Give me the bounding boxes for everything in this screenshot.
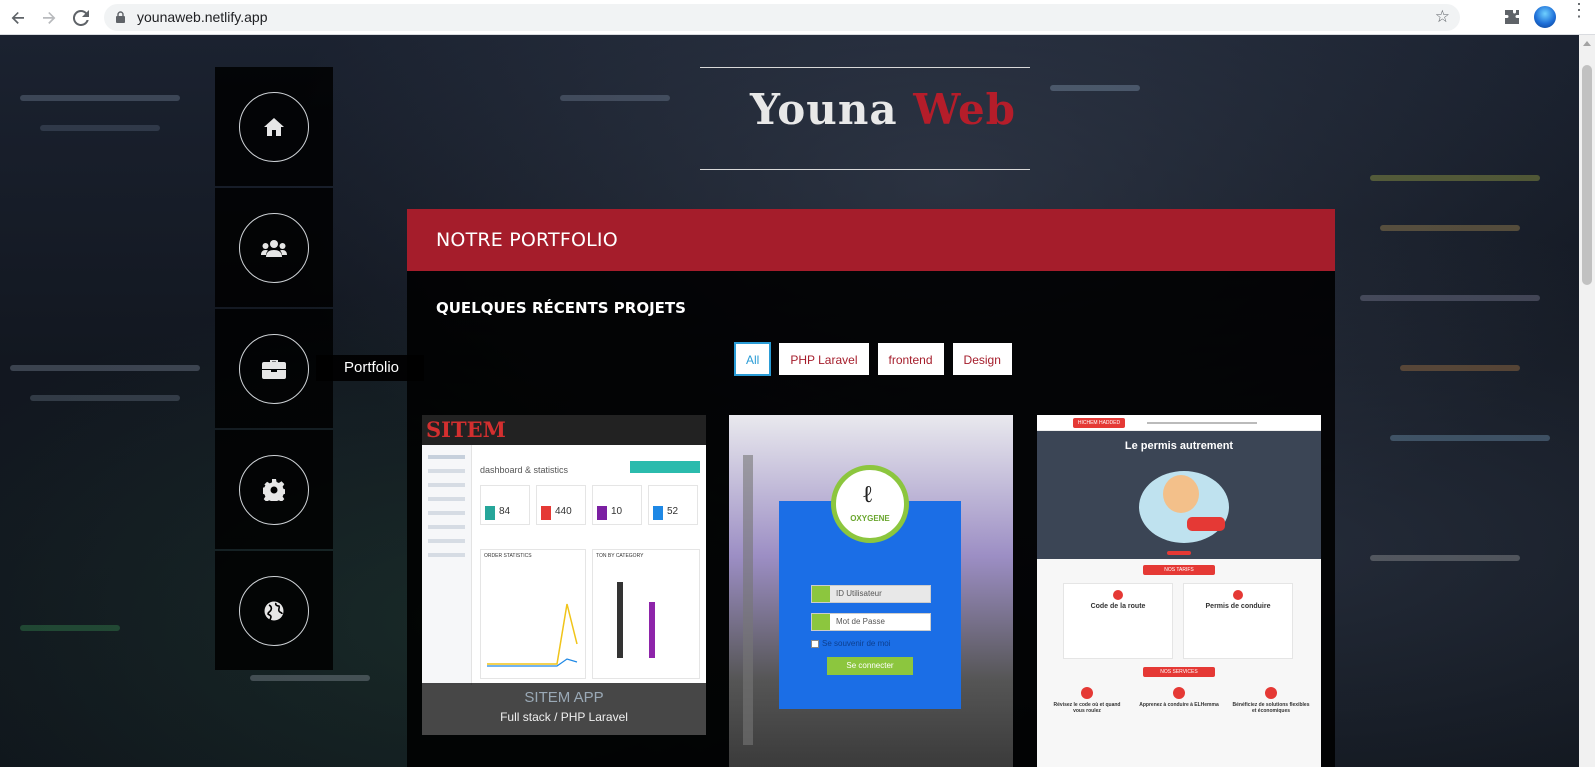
filter-design[interactable]: Design bbox=[952, 343, 1012, 375]
globe-icon bbox=[264, 601, 284, 620]
project-card-oxygene[interactable]: OXYGENE ℓ ID Utilisateur Mot de Passe Se… bbox=[729, 415, 1013, 767]
page-background: Portfolio Youna Web NOTRE PORTFOLIO QUEL… bbox=[0, 35, 1579, 767]
scroll-up-arrow-icon[interactable] bbox=[1583, 41, 1591, 46]
bg-code-line bbox=[250, 675, 370, 681]
bg-code-line bbox=[20, 95, 180, 101]
filter-php-laravel[interactable]: PHP Laravel bbox=[779, 343, 869, 375]
services-row: Révisez le code où et quand vous roulez … bbox=[1047, 687, 1311, 714]
users-icon bbox=[261, 239, 287, 257]
address-bar[interactable]: younaweb.netlify.app ☆ bbox=[104, 4, 1460, 31]
scroll-thumb[interactable] bbox=[1582, 65, 1592, 285]
sitem-stats-row: 84 440 10 52 bbox=[480, 485, 698, 525]
logo-word-2: Web bbox=[913, 85, 1017, 134]
lock-icon bbox=[116, 11, 125, 23]
sitem-brand: SITEM bbox=[426, 417, 506, 442]
nav-team[interactable] bbox=[215, 188, 333, 307]
filter-bar: All PHP Laravel frontend Design bbox=[733, 342, 1012, 376]
nav-circle bbox=[239, 212, 309, 283]
hero-section: Le permis autrement bbox=[1037, 431, 1321, 559]
reload-icon[interactable] bbox=[69, 6, 93, 30]
sitem-sidebar bbox=[422, 445, 472, 685]
sitem-topbar: SITEM bbox=[422, 415, 706, 445]
service-item: Apprenez à conduire à ELHemma bbox=[1139, 687, 1219, 714]
pricing-card-code: Code de la route bbox=[1063, 583, 1173, 659]
sitem-category-chart: TON BY CATEGORY bbox=[592, 549, 700, 679]
page-scrollbar[interactable] bbox=[1579, 35, 1595, 767]
profile-avatar[interactable] bbox=[1533, 5, 1557, 29]
project-caption: SITEM APP Full stack / PHP Laravel bbox=[422, 683, 706, 735]
pricing-card-permis: Permis de conduire bbox=[1183, 583, 1293, 659]
bg-code-line bbox=[1400, 365, 1520, 371]
stat-card: 84 bbox=[480, 485, 530, 525]
gym-machine bbox=[743, 455, 753, 745]
project-card-sitem[interactable]: SITEM dashboard & statistics 84 440 10 5… bbox=[422, 415, 706, 735]
bg-code-line bbox=[40, 125, 160, 131]
remember-checkbox[interactable]: Se souvenir de moi bbox=[811, 639, 890, 648]
services-label: NOS SERVICES bbox=[1143, 667, 1215, 677]
logo-word-1: Youna bbox=[749, 85, 898, 134]
nav-circle bbox=[239, 575, 309, 646]
project-subtitle: Full stack / PHP Laravel bbox=[500, 710, 628, 724]
gear-icon bbox=[263, 478, 285, 501]
username-field[interactable]: ID Utilisateur bbox=[811, 585, 931, 603]
portfolio-header: NOTRE PORTFOLIO bbox=[407, 209, 1335, 271]
site-logo[interactable]: Youna Web bbox=[700, 85, 1066, 134]
bg-code-line bbox=[1380, 225, 1520, 231]
login-button[interactable]: Se connecter bbox=[827, 657, 913, 675]
bg-code-line bbox=[1390, 435, 1550, 441]
service-item: Bénéficiez de solutions flexibles et éco… bbox=[1231, 687, 1311, 714]
filter-frontend[interactable]: frontend bbox=[877, 343, 944, 375]
nav-circle bbox=[239, 91, 309, 162]
bg-code-line bbox=[1370, 175, 1540, 181]
site-nav-bar: HICHEM HADDED bbox=[1037, 415, 1321, 431]
bg-code-line bbox=[10, 365, 200, 371]
url-text: younaweb.netlify.app bbox=[137, 9, 268, 25]
home-icon bbox=[264, 117, 284, 136]
sitem-order-chart: ORDER STATISTICS bbox=[480, 549, 586, 679]
oxygene-logo: OXYGENE ℓ bbox=[831, 465, 909, 543]
portfolio-title: NOTRE PORTFOLIO bbox=[436, 229, 618, 251]
bg-code-line bbox=[20, 625, 120, 631]
bookmark-star-icon[interactable]: ☆ bbox=[1435, 7, 1450, 27]
bg-code-line bbox=[560, 95, 670, 101]
nav-services[interactable] bbox=[215, 430, 333, 549]
bg-code-line bbox=[1370, 555, 1520, 561]
logo-bottom-line bbox=[700, 169, 1030, 170]
portfolio-subtitle: QUELQUES RÉCENTS PROJETS bbox=[436, 299, 686, 317]
briefcase-icon bbox=[262, 359, 286, 379]
browser-toolbar: younaweb.netlify.app ☆ ⋮ bbox=[0, 0, 1595, 35]
nav-contact[interactable] bbox=[215, 551, 333, 670]
portfolio-section: NOTRE PORTFOLIO QUELQUES RÉCENTS PROJETS… bbox=[407, 209, 1335, 767]
nav-circle bbox=[239, 333, 309, 404]
filter-all[interactable]: All bbox=[733, 342, 772, 376]
stat-card: 440 bbox=[536, 485, 586, 525]
nav-circle bbox=[239, 454, 309, 525]
bg-code-line bbox=[30, 395, 180, 401]
bg-code-line bbox=[1360, 295, 1540, 301]
project-card-driving-school[interactable]: HICHEM HADDED Le permis autrement NOS TA… bbox=[1037, 415, 1321, 767]
nav-home[interactable] bbox=[215, 67, 333, 186]
tarifs-label: NOS TARIFS bbox=[1143, 565, 1215, 575]
sitem-dashboard-heading: dashboard & statistics bbox=[480, 465, 569, 475]
forward-icon[interactable] bbox=[37, 6, 61, 30]
project-title: SITEM APP bbox=[524, 689, 604, 706]
stat-card: 52 bbox=[648, 485, 698, 525]
extensions-icon[interactable] bbox=[1503, 8, 1521, 26]
password-field[interactable]: Mot de Passe bbox=[811, 613, 931, 631]
menu-dots-icon[interactable]: ⋮ bbox=[1570, 1, 1588, 19]
stat-card: 10 bbox=[592, 485, 642, 525]
service-item: Révisez le code où et quand vous roulez bbox=[1047, 687, 1127, 714]
sitem-action-button bbox=[630, 461, 700, 473]
logo-top-line bbox=[700, 67, 1030, 68]
back-icon[interactable] bbox=[6, 6, 30, 30]
